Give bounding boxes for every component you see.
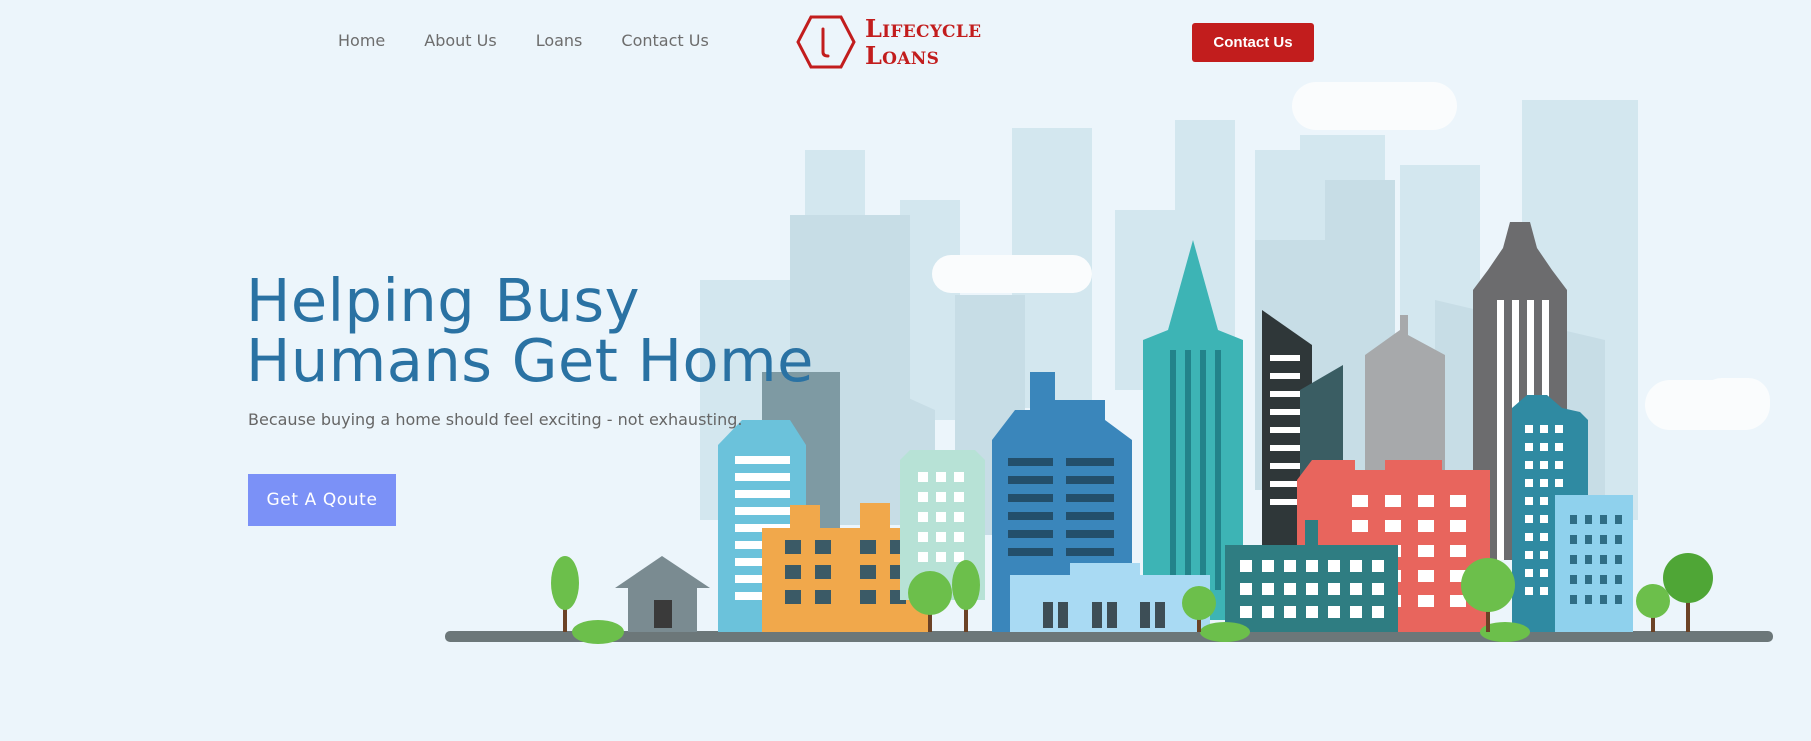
hero-title-line2: Humans Get Home xyxy=(246,326,814,395)
get-a-quote-button[interactable]: Get A Qoute xyxy=(248,474,396,526)
hero-title-line1: Helping Busy xyxy=(246,266,641,335)
hero-subtitle: Because buying a home should feel exciti… xyxy=(248,410,743,429)
hero-title: Helping Busy Humans Get Home xyxy=(246,271,814,391)
